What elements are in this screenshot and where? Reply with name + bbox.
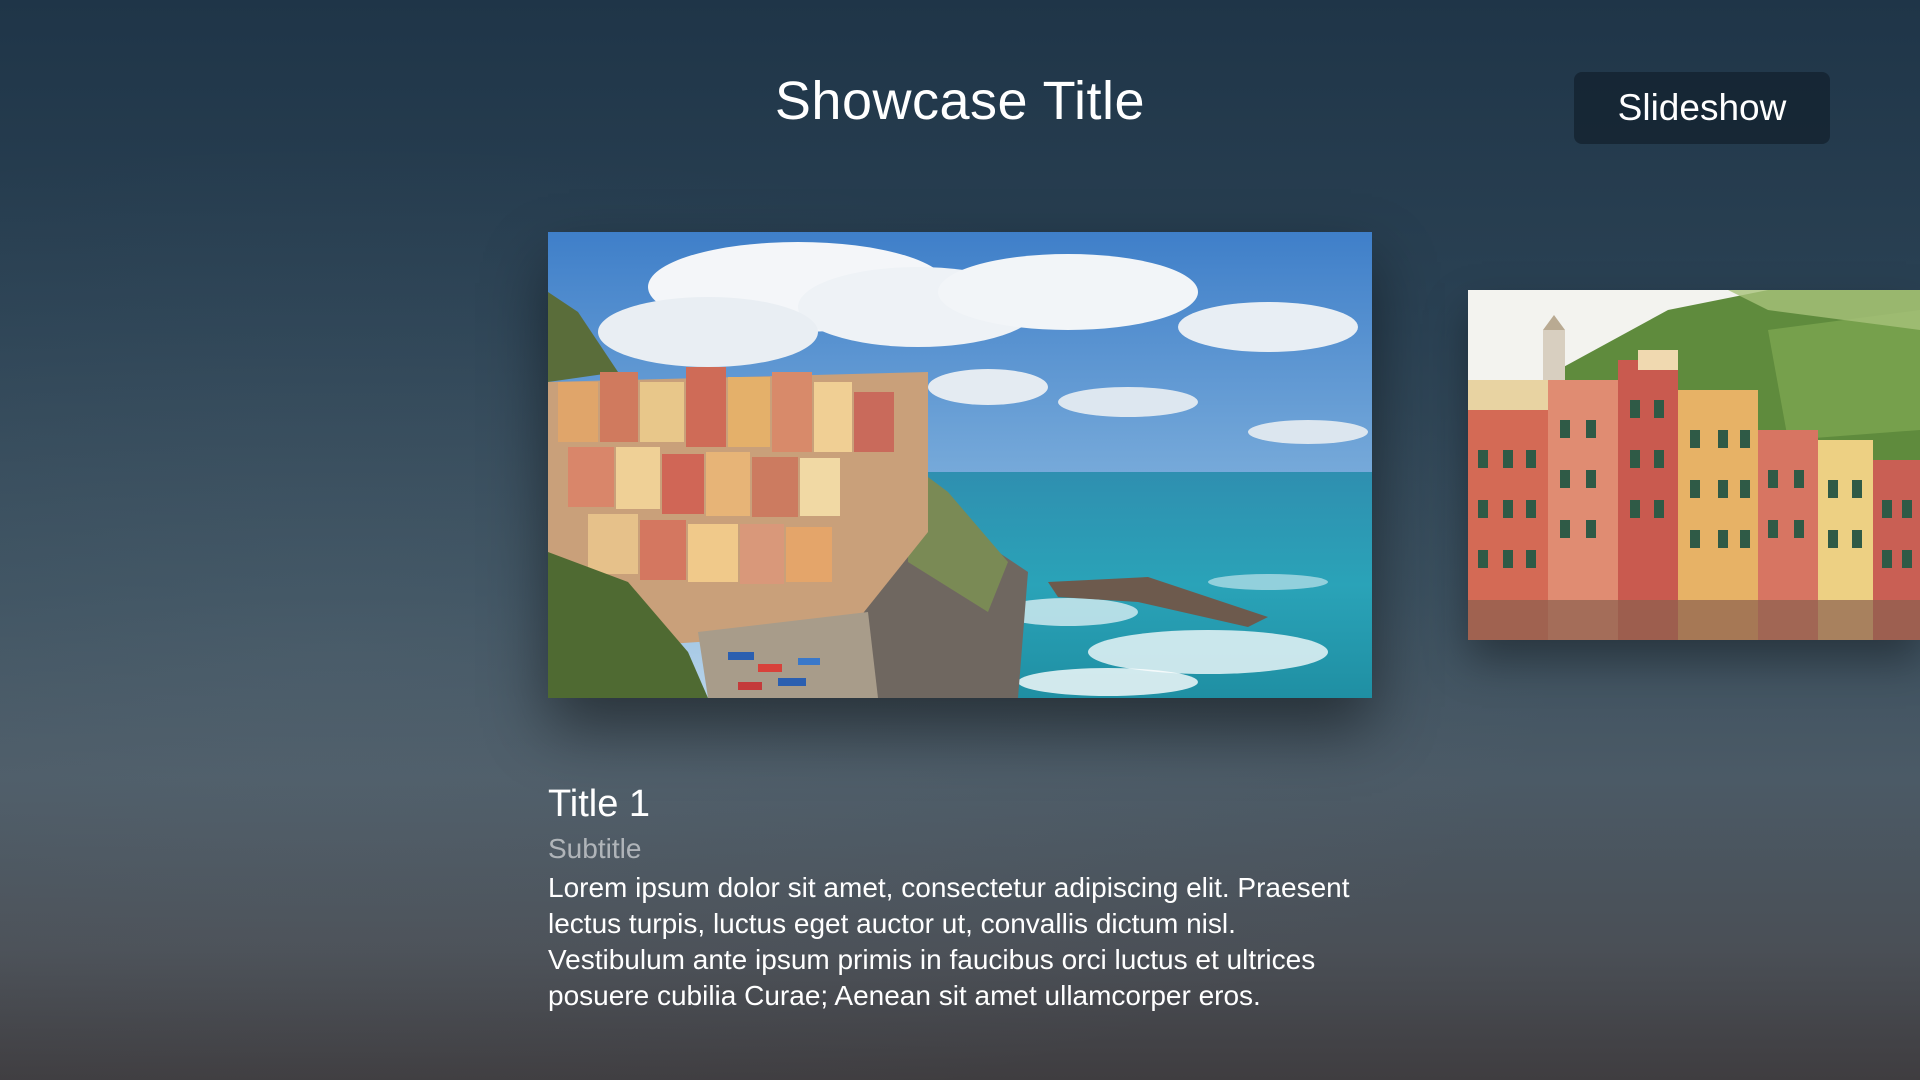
- slideshow-button[interactable]: Slideshow: [1574, 72, 1830, 144]
- coastal-village-photo: [548, 232, 1372, 698]
- carousel-item-focused[interactable]: [548, 232, 1372, 698]
- item-description: Lorem ipsum dolor sit amet, consectetur …: [548, 872, 1350, 1011]
- carousel-item-next[interactable]: [1468, 290, 1920, 640]
- harbor-houses-photo: [1468, 290, 1920, 640]
- item-details: Title 1 Subtitle Lorem ipsum dolor sit a…: [548, 780, 1368, 1014]
- item-title: Title 1: [548, 783, 651, 825]
- item-subtitle: Subtitle: [548, 833, 642, 864]
